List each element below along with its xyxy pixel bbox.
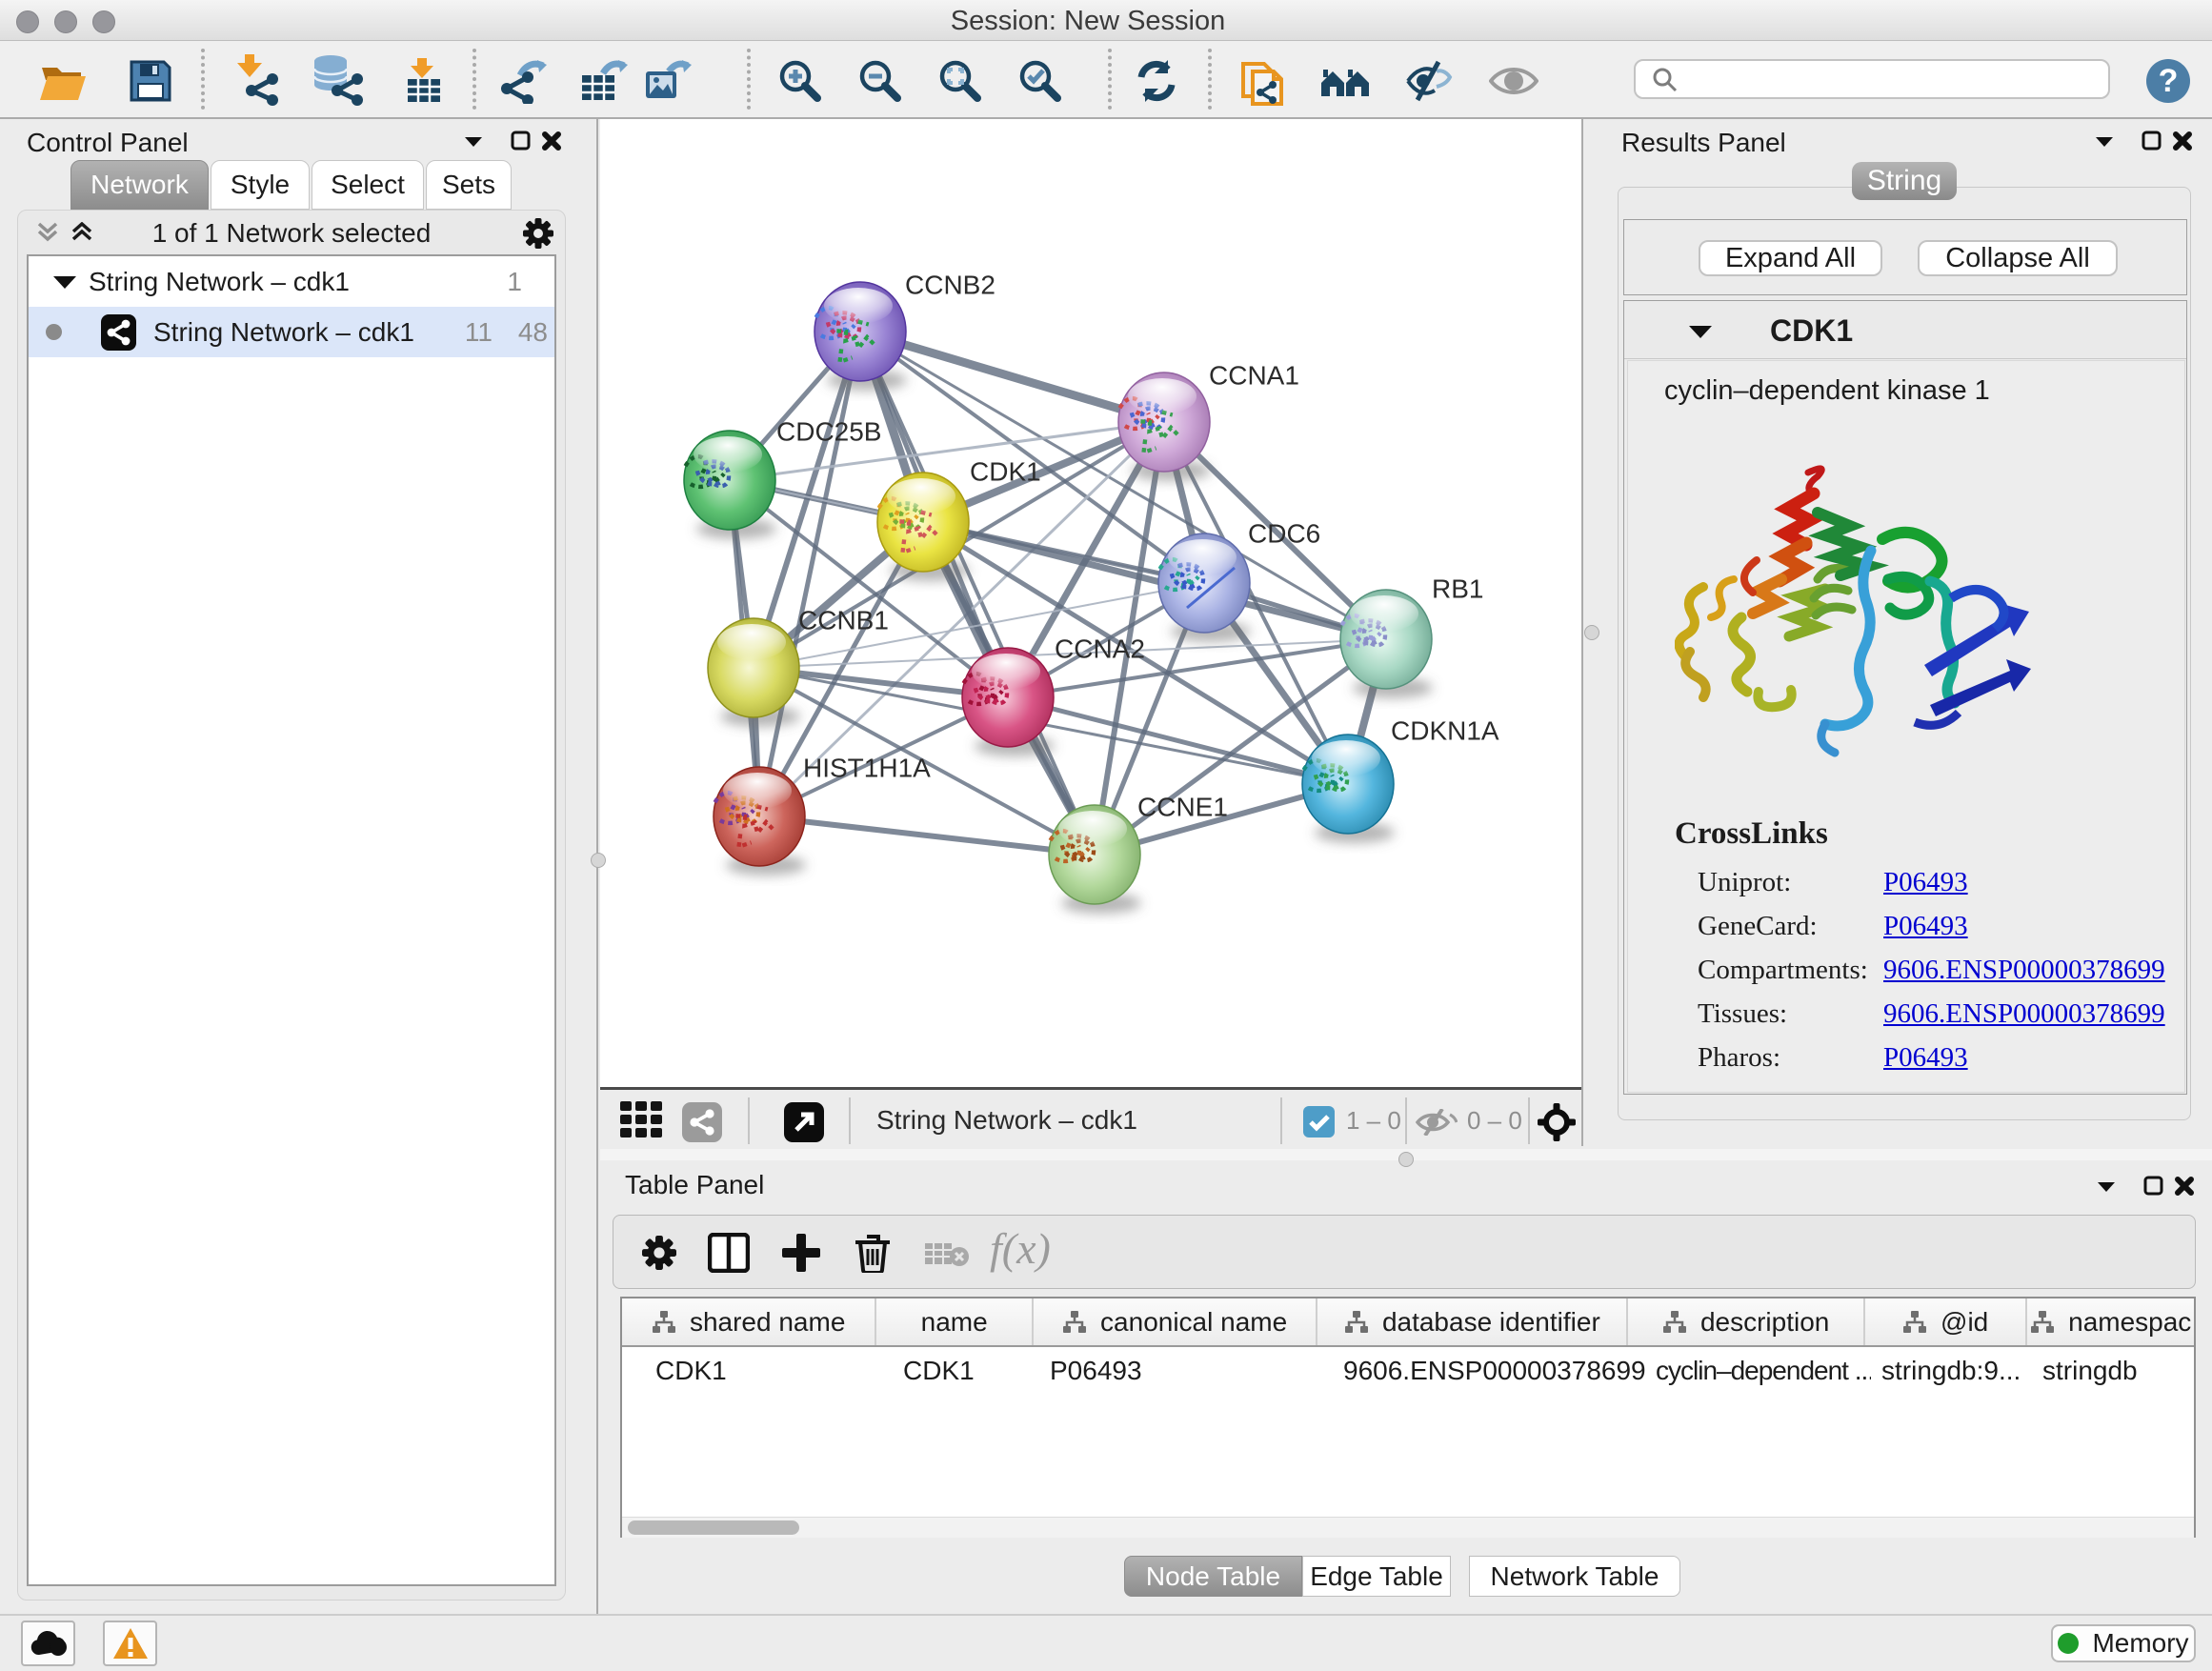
svg-text:RB1: RB1 [1432, 574, 1483, 603]
svg-text:CCNA2: CCNA2 [1055, 634, 1145, 663]
svg-text:CCNE1: CCNE1 [1137, 792, 1228, 821]
svg-text:CCNB2: CCNB2 [905, 270, 995, 299]
svg-text:CDKN1A: CDKN1A [1391, 715, 1499, 745]
svg-text:CCNA1: CCNA1 [1209, 360, 1299, 390]
svg-text:HIST1H1A: HIST1H1A [803, 753, 931, 782]
svg-text:CDK1: CDK1 [970, 456, 1041, 486]
svg-text:CDC6: CDC6 [1248, 518, 1320, 548]
svg-text:CDC25B: CDC25B [776, 416, 881, 446]
svg-text:CCNB1: CCNB1 [798, 605, 889, 634]
